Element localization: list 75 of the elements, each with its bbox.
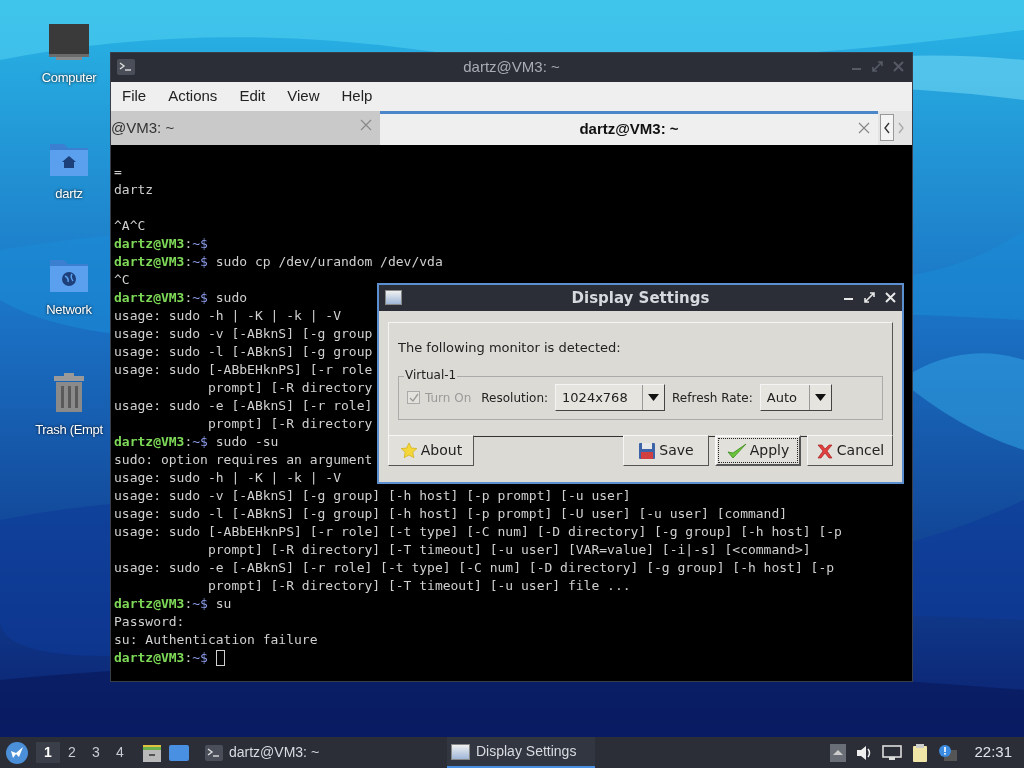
terminal-line: usage: sudo [-ABbEHknPS] [-r role] [-t type] [-C num] [-D directory] [-g group] [-h host] [-p <box>114 523 842 541</box>
terminal-line: prompt] [-R directory] [-T timeout] [-u user] file ... <box>206 577 631 595</box>
workspace-button[interactable]: 1 <box>36 742 60 763</box>
terminal-line: usage: sudo -e [-ABknS] [-r role] [-t type] [-C num] [-D directory] [-g group] [-h host] [-p <box>114 559 835 577</box>
taskbar-button[interactable]: Display Settings <box>447 737 595 768</box>
desktop-icon-label[interactable]: Trash (Empt <box>35 420 103 440</box>
terminal-line: usage: sudo -v [-ABknS] [-g group <box>114 325 373 343</box>
field-label: Resolution: <box>481 389 549 407</box>
notification-icon[interactable] <box>938 743 959 762</box>
window-icon <box>451 743 470 760</box>
terminal-line: usage: sudo -l [-ABknS] [-g group <box>114 343 373 361</box>
terminal-icon <box>117 59 135 75</box>
terminal-line: usage: sudo -h | -K | -k | -V <box>114 469 341 487</box>
menu-item[interactable]: Help <box>330 85 384 108</box>
clock: 22:31 <box>974 742 1012 763</box>
file-cabinet-icon[interactable] <box>142 742 162 763</box>
dropdown[interactable]: 1024x768 <box>555 384 666 411</box>
terminal-icon <box>205 744 223 761</box>
dropdown[interactable]: Auto <box>759 384 832 411</box>
menu-item[interactable]: Actions <box>157 85 229 108</box>
check-mark-icon <box>726 441 747 460</box>
terminal-line: dartz@VM3:~$ sudo cp /dev/urandom /dev/vda <box>114 253 443 271</box>
caret-icon <box>814 394 826 401</box>
terminal-line: dartz@VM3:~$ sudo <box>114 289 248 307</box>
star-icon <box>399 441 418 460</box>
message-text: The following monitor is detected: <box>398 339 622 357</box>
chevron-right-icon <box>897 121 905 134</box>
dialog-button[interactable]: Apply <box>715 435 801 466</box>
scroll-left-button[interactable] <box>880 114 894 141</box>
desktop-icon-label[interactable]: Network <box>46 300 92 320</box>
tray-expand-icon[interactable] <box>830 743 847 762</box>
terminal-line: ^C <box>114 271 130 289</box>
terminal-line: usage: sudo -l [-ABknS] [-g group] [-h host] [-p prompt] [-U user] [-u user] [command] <box>114 505 788 523</box>
terminal-line: ^A^C <box>114 217 146 235</box>
terminal-line: Password: <box>114 613 185 631</box>
dialog-button[interactable]: Cancel <box>807 435 893 466</box>
terminal-line: dartz@VM3:~$ su <box>114 595 232 613</box>
terminal-line: su: Authentication failure <box>114 631 318 649</box>
clipboard-icon[interactable] <box>912 742 929 763</box>
workspace-button[interactable]: 3 <box>84 742 108 763</box>
window-title: dartz@VM3: ~ <box>463 57 560 78</box>
cross-icon <box>815 441 834 460</box>
dialog-title: Display Settings <box>571 287 710 309</box>
menu-item[interactable]: View <box>276 85 331 108</box>
menu-item[interactable]: File <box>111 85 158 108</box>
terminal-line: dartz@VM3:~$ <box>114 649 208 667</box>
chevron-left-icon <box>883 121 891 134</box>
terminal-line: prompt] [-R directory <box>206 379 373 397</box>
terminal-line: sudo: option requires an argument <box>114 451 373 469</box>
field-label: Refresh Rate: <box>672 389 753 407</box>
workspace-button[interactable]: 4 <box>108 742 132 763</box>
terminal-tab[interactable]: @VM3: ~ <box>111 111 380 145</box>
terminal-line: usage: sudo [-ABbEHknPS] [-r role <box>114 361 373 379</box>
caret-icon <box>648 394 660 401</box>
desktop-icon-label[interactable]: dartz <box>55 184 83 204</box>
menu-item[interactable]: Edit <box>228 85 277 108</box>
terminal-tab[interactable]: dartz@VM3: ~ <box>380 111 878 145</box>
terminal-line: dartz <box>114 181 154 199</box>
workspace-button[interactable]: 2 <box>60 742 84 763</box>
terminal-line: dartz@VM3:~$ sudo -su <box>114 433 279 451</box>
volume-icon[interactable] <box>856 744 873 761</box>
terminal-line: usage: sudo -v [-ABknS] [-g group] [-h host] [-p prompt] [-u user] <box>114 487 631 505</box>
dialog-button[interactable]: Save <box>623 435 709 466</box>
computer-icon[interactable] <box>48 22 90 62</box>
terminal-line: usage: sudo -e [-ABknS] [-r role] <box>114 397 373 415</box>
window-icon <box>385 290 402 305</box>
terminal-line: usage: sudo -h | -K | -k | -V <box>114 307 341 325</box>
terminal-line: = <box>114 163 122 181</box>
start-menu-icon[interactable] <box>6 741 28 764</box>
dialog-button[interactable]: About <box>388 435 474 466</box>
terminal-line: prompt] [-R directory <box>206 415 373 433</box>
taskbar-button[interactable]: dartz@VM3: ~ <box>201 737 377 768</box>
terminal-line: dartz@VM3:~$ <box>114 235 208 253</box>
check-mark-icon <box>408 392 419 403</box>
terminal-line: prompt] [-R directory] [-T timeout] [-u user] [VAR=value] [-i|-s] [<command>] <box>206 541 811 559</box>
